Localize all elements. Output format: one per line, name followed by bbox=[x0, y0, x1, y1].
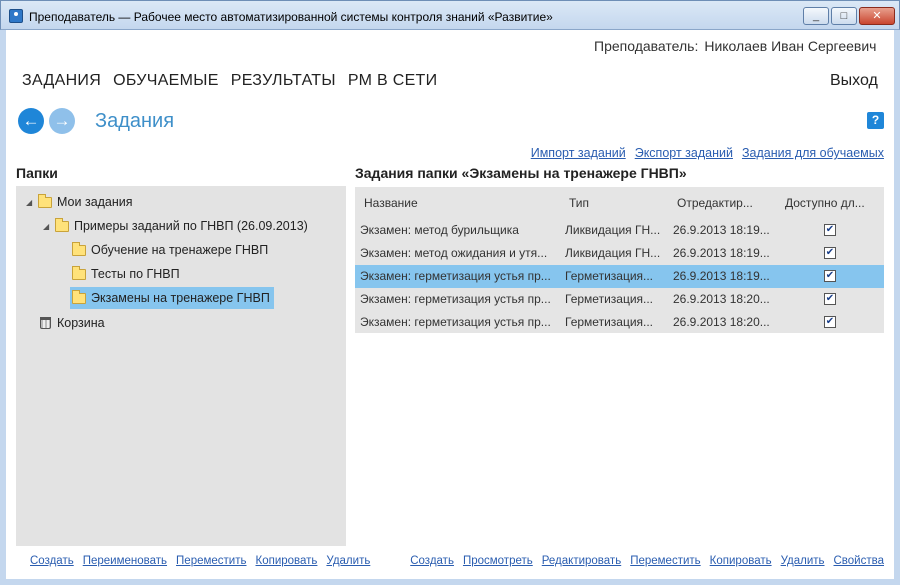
folder-icon bbox=[38, 193, 52, 208]
menu-item-network-workstations[interactable]: РМ В СЕТИ bbox=[348, 72, 438, 90]
window-title: Преподаватель — Рабочее место автоматизи… bbox=[29, 10, 553, 24]
user-name: Николаев Иван Сергеевич bbox=[704, 38, 877, 54]
folder-icon bbox=[55, 217, 69, 232]
available-checkbox[interactable]: ✔ bbox=[824, 316, 836, 328]
available-checkbox[interactable]: ✔ bbox=[824, 224, 836, 236]
folder-actions: Создать Переименовать Переместить Копиро… bbox=[30, 555, 370, 567]
task-copy-link[interactable]: Копировать bbox=[710, 555, 772, 567]
cell-type: Ликвидация ГН... bbox=[565, 223, 661, 237]
tasks-table: Название Тип Отредактир... Доступно дл..… bbox=[355, 187, 884, 333]
cell-edited: 26.9.2013 18:19... bbox=[673, 223, 769, 237]
window-frame-right bbox=[894, 30, 900, 585]
tree-item-label: Корзина bbox=[57, 316, 105, 330]
cell-type: Ликвидация ГН... bbox=[565, 246, 661, 260]
tasks-title: Задания папки «Экзамены на тренажере ГНВ… bbox=[355, 165, 687, 181]
table-row[interactable]: Экзамен: герметизация устья пр... Гермет… bbox=[355, 311, 884, 334]
tree-item-label: Обучение на тренажере ГНВП bbox=[91, 243, 269, 257]
task-edit-link[interactable]: Редактировать bbox=[542, 555, 621, 567]
close-button[interactable]: ✕ bbox=[859, 7, 895, 25]
folder-icon bbox=[72, 265, 86, 280]
task-view-link[interactable]: Просмотреть bbox=[463, 555, 533, 567]
window-frame-bottom bbox=[0, 579, 900, 585]
tree-item-label: Мои задания bbox=[57, 195, 133, 209]
menu-item-tasks[interactable]: ЗАДАНИЯ bbox=[22, 72, 101, 90]
main-menu: ЗАДАНИЯ ОБУЧАЕМЫЕ РЕЗУЛЬТАТЫ РМ В СЕТИ bbox=[22, 72, 437, 90]
cell-name: Экзамен: герметизация устья пр... bbox=[360, 292, 551, 306]
folder-copy-link[interactable]: Копировать bbox=[256, 555, 318, 567]
import-tasks-link[interactable]: Импорт заданий bbox=[531, 146, 626, 160]
export-tasks-link[interactable]: Экспорт заданий bbox=[635, 146, 733, 160]
app-icon bbox=[9, 9, 23, 23]
cell-name: Экзамен: герметизация устья пр... bbox=[360, 315, 551, 329]
table-row[interactable]: Экзамен: метод бурильщика Ликвидация ГН.… bbox=[355, 219, 884, 242]
tree-item-gnvp-examples[interactable]: ◢ Примеры заданий по ГНВП (26.09.2013) bbox=[43, 215, 308, 237]
menu-item-results[interactable]: РЕЗУЛЬТАТЫ bbox=[231, 72, 336, 90]
forward-arrow-icon[interactable]: → bbox=[49, 108, 75, 134]
table-header: Название Тип Отредактир... Доступно дл..… bbox=[355, 187, 884, 219]
table-row[interactable]: Экзамен: герметизация устья пр... Гермет… bbox=[355, 288, 884, 311]
cell-edited: 26.9.2013 18:19... bbox=[673, 269, 769, 283]
title-bar[interactable]: Преподаватель — Рабочее место автоматизи… bbox=[0, 0, 900, 30]
folder-create-link[interactable]: Создать bbox=[30, 555, 74, 567]
folders-tree: ◢ Мои задания ◢ Примеры заданий по ГНВП … bbox=[16, 186, 346, 546]
column-header-name[interactable]: Название bbox=[364, 196, 418, 210]
cell-type: Герметизация... bbox=[565, 269, 654, 283]
tasks-for-learners-link[interactable]: Задания для обучаемых bbox=[742, 146, 884, 160]
task-create-link[interactable]: Создать bbox=[410, 555, 454, 567]
back-arrow-icon[interactable]: ← bbox=[18, 108, 44, 134]
tree-item-label: Экзамены на тренажере ГНВП bbox=[91, 291, 270, 305]
folders-title: Папки bbox=[16, 165, 58, 181]
task-move-link[interactable]: Переместить bbox=[630, 555, 700, 567]
tree-item-my-tasks[interactable]: ◢ Мои задания bbox=[26, 191, 133, 213]
cell-type: Герметизация... bbox=[565, 292, 654, 306]
cell-name: Экзамен: метод бурильщика bbox=[360, 223, 519, 237]
available-checkbox[interactable]: ✔ bbox=[824, 293, 836, 305]
task-properties-link[interactable]: Свойства bbox=[834, 555, 885, 567]
table-row[interactable]: Экзамен: герметизация устья пр... Гермет… bbox=[355, 265, 884, 288]
tree-item-label: Тесты по ГНВП bbox=[91, 267, 180, 281]
user-role-label: Преподаватель: bbox=[594, 38, 699, 54]
cell-edited: 26.9.2013 18:20... bbox=[673, 315, 769, 329]
available-checkbox[interactable]: ✔ bbox=[824, 247, 836, 259]
table-row[interactable]: Экзамен: метод ожидания и утя... Ликвида… bbox=[355, 242, 884, 265]
column-header-available[interactable]: Доступно дл... bbox=[785, 196, 865, 210]
minimize-button[interactable]: _ bbox=[803, 7, 829, 25]
folder-delete-link[interactable]: Удалить bbox=[326, 555, 370, 567]
menu-item-learners[interactable]: ОБУЧАЕМЫЕ bbox=[113, 72, 219, 90]
maximize-button[interactable]: □ bbox=[831, 7, 857, 25]
cell-edited: 26.9.2013 18:20... bbox=[673, 292, 769, 306]
expand-triangle-icon[interactable]: ◢ bbox=[43, 222, 53, 231]
task-actions: Создать Просмотреть Редактировать Переме… bbox=[410, 555, 884, 567]
logout-link[interactable]: Выход bbox=[830, 72, 878, 90]
column-header-type[interactable]: Тип bbox=[569, 196, 589, 210]
task-delete-link[interactable]: Удалить bbox=[781, 555, 825, 567]
trash-icon bbox=[40, 317, 51, 329]
available-checkbox[interactable]: ✔ bbox=[824, 270, 836, 282]
page-title: Задания bbox=[95, 110, 175, 132]
folder-icon bbox=[72, 289, 86, 304]
task-links: Импорт заданий Экспорт заданий Задания д… bbox=[531, 146, 884, 160]
cell-type: Герметизация... bbox=[565, 315, 654, 329]
folder-move-link[interactable]: Переместить bbox=[176, 555, 246, 567]
tree-item-trash[interactable]: Корзина bbox=[38, 312, 105, 334]
cell-name: Экзамен: герметизация устья пр... bbox=[360, 269, 551, 283]
tree-item-simulator-training[interactable]: Обучение на тренажере ГНВП bbox=[70, 239, 268, 261]
cell-name: Экзамен: метод ожидания и утя... bbox=[360, 246, 548, 260]
tree-item-gnvp-tests[interactable]: Тесты по ГНВП bbox=[70, 263, 180, 285]
user-info: Преподаватель: Николаев Иван Сергеевич bbox=[594, 38, 876, 54]
tree-item-simulator-exams[interactable]: Экзамены на тренажере ГНВП bbox=[70, 287, 274, 309]
folder-rename-link[interactable]: Переименовать bbox=[83, 555, 167, 567]
cell-edited: 26.9.2013 18:19... bbox=[673, 246, 769, 260]
tree-item-label: Примеры заданий по ГНВП (26.09.2013) bbox=[74, 219, 308, 233]
folder-icon bbox=[72, 241, 86, 256]
help-icon[interactable]: ? bbox=[867, 112, 884, 129]
column-header-edited[interactable]: Отредактир... bbox=[677, 196, 753, 210]
expand-triangle-icon[interactable]: ◢ bbox=[26, 198, 36, 207]
